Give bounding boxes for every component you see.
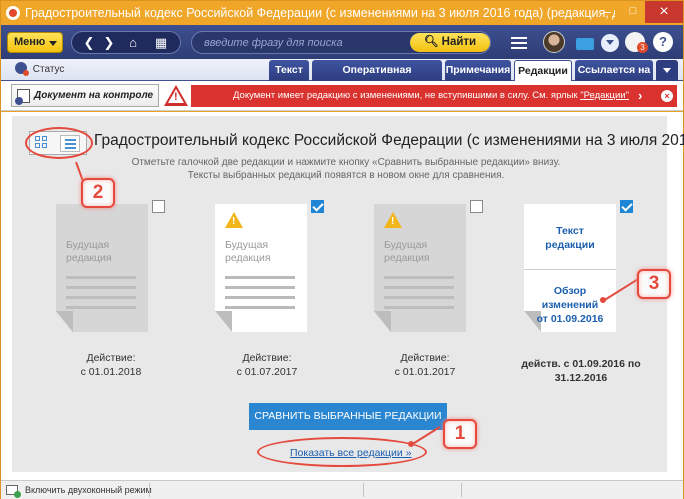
app-window: Градостроительный кодекс Российской Феде… [0, 0, 684, 499]
compare-selected-revisions-button[interactable]: СРАВНИТЬ ВЫБРАННЫЕ РЕДАКЦИИ [249, 403, 447, 430]
annotation-ellipse-show-all [257, 437, 427, 467]
page-title: Градостроительный кодекс Российской Феде… [94, 132, 684, 149]
hamburger-menu-icon[interactable] [508, 32, 530, 53]
maximize-button[interactable]: □ [619, 1, 647, 23]
home-icon[interactable]: ⌂ [122, 34, 144, 52]
grid-apps-icon[interactable]: ▦ [150, 34, 172, 52]
revision-card-current[interactable]: Текст редакции Обзор изменений от 01.09.201… [524, 200, 633, 332]
document-on-control-button[interactable]: Документ на контроле [11, 84, 159, 107]
close-window-button[interactable]: × [645, 1, 683, 23]
annotation-badge-2: 2 [81, 178, 115, 208]
revision-checkbox[interactable] [152, 200, 165, 213]
annotation-badge-3: 3 [637, 269, 671, 299]
revision-warning-banner: Документ имеет редакцию с изменениями, н… [191, 85, 677, 107]
document-control-bar: Документ на контроле ! Документ имеет ре… [1, 81, 683, 111]
warning-text: Документ имеет редакцию с изменениями, н… [233, 90, 581, 101]
instruction-line-2: Тексты выбранных редакций появятся в нов… [187, 170, 505, 181]
instruction-line-1: Отметьте галочкой две редакции и нажмите… [131, 157, 561, 168]
future-revision-label: Будущая редакция [225, 239, 271, 264]
navigation-group: ❮ ❯ ⌂ ▦ [71, 31, 181, 54]
dual-window-toggle[interactable]: Включить двухоконный режим [25, 485, 152, 495]
tabs-more-chevron-icon[interactable] [656, 60, 678, 81]
revision-card-future-2017-07[interactable]: ! Будущая редакция [215, 200, 324, 332]
revision-checkbox[interactable] [470, 200, 483, 213]
document-control-icon [15, 89, 30, 105]
tab-text[interactable]: Текст [269, 60, 309, 81]
tab-notes[interactable]: Примечания [445, 60, 511, 81]
status-button[interactable]: Статус [15, 62, 65, 76]
revision-action-date: Действие: с 01.07.2017 [236, 352, 298, 378]
title-bar: Градостроительный кодекс Российской Феде… [1, 1, 683, 25]
future-revision-label: Будущая редакция [66, 239, 112, 264]
find-button-label: Найти [441, 36, 477, 48]
search-box: 🔍︎ Найти [191, 31, 491, 54]
annotation-badge-1: 1 [443, 419, 477, 449]
find-button[interactable]: 🔍︎ Найти [410, 33, 490, 52]
status-icon [15, 62, 29, 76]
help-icon[interactable]: ? [653, 32, 673, 52]
notification-count-badge: 3 [637, 42, 648, 53]
banner-next-arrow-icon[interactable]: › [638, 85, 642, 107]
window-title: Градостроительный кодекс Российской Феде… [25, 6, 615, 20]
folder-icon[interactable] [574, 32, 596, 53]
user-avatar[interactable] [543, 31, 565, 53]
back-arrow-icon[interactable]: ❮ [78, 34, 100, 52]
tab-operative-info[interactable]: Оперативная информация [312, 60, 442, 96]
banner-close-icon[interactable]: × [661, 90, 673, 102]
revision-checkbox-checked[interactable] [620, 200, 633, 213]
revisions-link[interactable]: "Редакции" [580, 90, 629, 101]
future-revision-label: Будущая редакция [384, 239, 430, 264]
status-label: Статус [32, 64, 65, 75]
revision-card-future-2017-01[interactable]: ! Будущая редакция [374, 200, 483, 332]
revision-action-date: Действие: с 01.01.2017 [394, 352, 456, 378]
document-tabs-row: Статус Текст Оперативная информация Прим… [1, 59, 683, 96]
menu-button[interactable]: Меню [7, 32, 63, 53]
minimize-button[interactable]: – [593, 1, 621, 23]
app-logo-icon [6, 6, 20, 20]
document-on-control-label: Документ на контроле [34, 90, 154, 101]
menu-button-label: Меню [14, 36, 46, 48]
revision-card-future-2018[interactable]: Будущая редакция [56, 200, 165, 332]
annotation-ellipse-view-toggle [25, 127, 93, 159]
changes-overview-link[interactable]: Обзор изменений от 01.09.2016 [524, 284, 616, 326]
status-bar: Включить двухоконный режим [1, 480, 683, 499]
revision-action-date: Действие: с 01.01.2018 [80, 352, 142, 378]
tab-references[interactable]: Ссылается на [575, 60, 653, 81]
revision-text-link[interactable]: Текст редакции [524, 224, 616, 252]
forward-arrow-icon[interactable]: ❯ [98, 34, 120, 52]
main-toolbar: Меню ❮ ❯ ⌂ ▦ 🔍︎ Найти 3 ? [1, 25, 683, 59]
notifications-icon[interactable]: 3 [625, 32, 648, 53]
search-icon: 🔍︎ [423, 36, 439, 48]
revision-checkbox-checked[interactable] [311, 200, 324, 213]
download-icon[interactable] [601, 34, 619, 52]
revision-action-date: действ. с 01.09.2016 по 31.12.2016 [521, 358, 641, 384]
dual-window-icon[interactable] [6, 485, 21, 498]
tab-revisions[interactable]: Редакции [514, 60, 572, 81]
chevron-down-icon [49, 41, 57, 46]
search-input[interactable] [204, 35, 404, 51]
